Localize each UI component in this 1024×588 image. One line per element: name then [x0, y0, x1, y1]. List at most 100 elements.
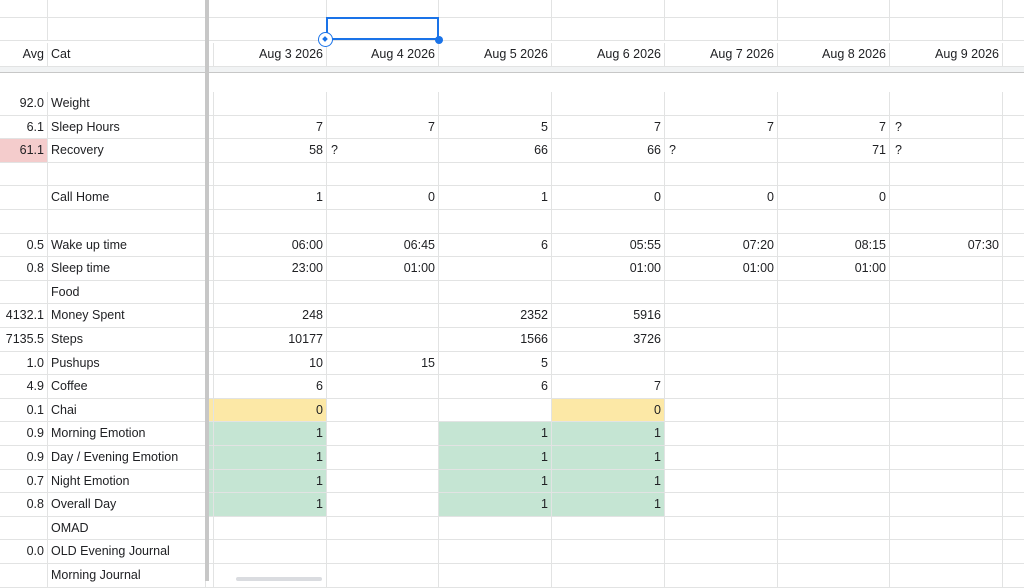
avg-cell[interactable]: 0.9	[0, 446, 48, 469]
value-cell[interactable]	[327, 516, 439, 540]
avg-cell[interactable]: 0.8	[0, 493, 48, 516]
value-cell[interactable]	[890, 280, 1003, 304]
avg-cell[interactable]: 61.1	[0, 139, 48, 162]
value-cell[interactable]	[778, 469, 890, 493]
value-cell[interactable]: 6	[439, 375, 552, 398]
avg-cell[interactable]	[0, 516, 48, 540]
value-cell[interactable]	[327, 493, 439, 516]
value-cell[interactable]	[778, 328, 890, 351]
value-cell[interactable]: 1	[214, 493, 327, 516]
value-cell[interactable]: 1566	[439, 328, 552, 351]
avg-cell[interactable]	[0, 280, 48, 304]
value-cell[interactable]: 0	[665, 186, 778, 209]
value-cell[interactable]: 0	[214, 398, 327, 422]
header-date[interactable]: Aug 9 2026	[890, 43, 1003, 66]
value-cell[interactable]	[890, 375, 1003, 398]
value-cell[interactable]	[665, 564, 778, 587]
value-cell[interactable]: 0	[327, 186, 439, 209]
value-cell[interactable]: 1	[552, 422, 665, 445]
category-cell[interactable]: Wake up time	[48, 233, 206, 257]
value-cell[interactable]	[327, 540, 439, 563]
value-cell[interactable]	[890, 516, 1003, 540]
category-cell[interactable]	[48, 210, 206, 233]
cell[interactable]	[0, 0, 48, 17]
value-cell[interactable]	[552, 280, 665, 304]
value-cell[interactable]	[890, 162, 1003, 186]
value-cell[interactable]: 1	[214, 469, 327, 493]
value-cell[interactable]: 6	[439, 233, 552, 257]
value-cell[interactable]	[890, 186, 1003, 209]
cell[interactable]	[665, 17, 778, 40]
value-cell[interactable]	[327, 139, 439, 162]
value-cell[interactable]	[439, 162, 552, 186]
value-cell[interactable]	[778, 304, 890, 327]
value-cell[interactable]	[778, 516, 890, 540]
cell[interactable]	[214, 17, 327, 40]
value-cell[interactable]: 5	[439, 351, 552, 375]
value-cell[interactable]	[439, 398, 552, 422]
category-cell[interactable]: OMAD	[48, 516, 206, 540]
value-cell[interactable]: 7	[327, 115, 439, 139]
value-cell[interactable]	[890, 469, 1003, 493]
value-cell[interactable]	[214, 162, 327, 186]
value-cell[interactable]	[214, 210, 327, 233]
value-cell[interactable]: 66	[552, 139, 665, 162]
value-cell[interactable]	[439, 257, 552, 280]
value-cell[interactable]	[778, 375, 890, 398]
category-cell[interactable]: Steps	[48, 328, 206, 351]
drag-move-icon[interactable]	[318, 32, 333, 47]
value-cell[interactable]	[552, 210, 665, 233]
value-cell[interactable]	[327, 375, 439, 398]
value-cell[interactable]: 7	[665, 115, 778, 139]
selected-cell[interactable]	[326, 17, 439, 40]
value-cell[interactable]	[890, 351, 1003, 375]
value-cell[interactable]	[439, 564, 552, 587]
value-cell[interactable]	[665, 493, 778, 516]
value-cell[interactable]: 71	[778, 139, 890, 162]
value-cell[interactable]	[778, 540, 890, 563]
value-cell[interactable]	[890, 446, 1003, 469]
cell[interactable]	[214, 0, 327, 17]
cell[interactable]	[890, 17, 1003, 40]
value-cell[interactable]	[327, 328, 439, 351]
cell[interactable]	[439, 0, 552, 17]
value-cell[interactable]	[665, 280, 778, 304]
value-cell[interactable]	[665, 328, 778, 351]
header-date[interactable]: Aug 5 2026	[439, 43, 552, 66]
value-cell[interactable]	[778, 446, 890, 469]
cell[interactable]	[778, 17, 890, 40]
value-cell[interactable]: 01:00	[778, 257, 890, 280]
value-cell[interactable]	[327, 304, 439, 327]
category-cell[interactable]: Morning Journal	[48, 564, 206, 587]
value-cell[interactable]: 7	[214, 115, 327, 139]
value-cell[interactable]	[890, 328, 1003, 351]
value-cell[interactable]: 1	[439, 186, 552, 209]
value-cell[interactable]: 01:00	[552, 257, 665, 280]
value-cell[interactable]	[890, 540, 1003, 563]
avg-cell[interactable]: 6.1	[0, 115, 48, 139]
value-cell[interactable]: 1	[439, 446, 552, 469]
category-cell[interactable]: Weight	[48, 92, 206, 115]
value-cell[interactable]: 0	[778, 186, 890, 209]
avg-cell[interactable]: 4132.1	[0, 304, 48, 327]
value-cell[interactable]	[778, 162, 890, 186]
value-cell[interactable]: 7	[552, 375, 665, 398]
value-cell[interactable]	[665, 422, 778, 445]
value-cell[interactable]	[665, 469, 778, 493]
cell[interactable]	[665, 0, 778, 17]
value-cell[interactable]	[890, 92, 1003, 115]
value-cell[interactable]: 1	[552, 469, 665, 493]
avg-cell[interactable]	[0, 162, 48, 186]
value-cell[interactable]: 1	[214, 446, 327, 469]
value-cell[interactable]	[778, 398, 890, 422]
value-cell[interactable]	[890, 115, 1003, 139]
category-cell[interactable]: Sleep time	[48, 257, 206, 280]
horizontal-scrollbar[interactable]	[236, 577, 322, 581]
value-cell[interactable]	[778, 564, 890, 587]
value-cell[interactable]: 15	[327, 351, 439, 375]
value-cell[interactable]	[890, 304, 1003, 327]
value-cell[interactable]: 10177	[214, 328, 327, 351]
value-cell[interactable]	[778, 92, 890, 115]
value-cell[interactable]: 5	[439, 115, 552, 139]
value-cell[interactable]: 248	[214, 304, 327, 327]
